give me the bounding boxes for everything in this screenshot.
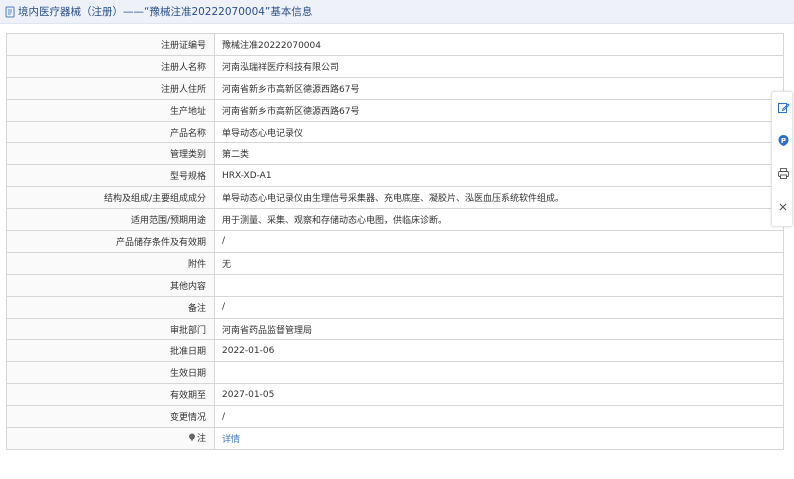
row-value bbox=[214, 361, 784, 385]
row-label: 产品名称 bbox=[6, 120, 215, 144]
table-row: 审批部门 河南省药品监督管理局 bbox=[6, 317, 784, 341]
table-row-note: 注 详情 bbox=[6, 427, 784, 450]
row-label: 备注 bbox=[6, 295, 215, 319]
parking-p-icon[interactable]: P bbox=[776, 133, 790, 147]
row-label: 型号规格 bbox=[6, 164, 215, 188]
close-icon[interactable] bbox=[776, 200, 790, 214]
row-label: 结构及组成/主要组成成分 bbox=[6, 186, 215, 210]
table-row: 批准日期 2022-01-06 bbox=[6, 339, 784, 363]
table-row: 生效日期 bbox=[6, 361, 784, 385]
row-value: 无 bbox=[214, 251, 784, 275]
note-value-cell: 详情 bbox=[214, 427, 784, 450]
row-label: 注册证编号 bbox=[6, 33, 215, 56]
document-icon bbox=[4, 6, 16, 18]
row-label: 批准日期 bbox=[6, 339, 215, 363]
table-row: 注册人住所 河南省新乡市高新区德源西路67号 bbox=[6, 76, 784, 100]
table-row: 注册人名称 河南泓瑞祥医疗科技有限公司 bbox=[6, 54, 784, 78]
table-row: 注册证编号 豫械注准20222070004 bbox=[6, 33, 784, 56]
row-label: 附件 bbox=[6, 251, 215, 275]
row-value: 河南泓瑞祥医疗科技有限公司 bbox=[214, 54, 784, 78]
table-row: 其他内容 bbox=[6, 273, 784, 297]
row-label: 产品储存条件及有效期 bbox=[6, 230, 215, 253]
row-label: 生产地址 bbox=[6, 98, 215, 122]
table-row: 附件无 bbox=[6, 251, 784, 275]
row-value: / bbox=[214, 230, 784, 253]
row-value: 2027-01-05 bbox=[214, 383, 784, 407]
row-value: 河南省新乡市高新区德源西路67号 bbox=[214, 98, 784, 122]
svg-text:P: P bbox=[780, 137, 785, 145]
row-value: 用于测量、采集、观察和存储动态心电图，供临床诊断。 bbox=[214, 208, 784, 232]
row-value: 豫械注准20222070004 bbox=[214, 33, 784, 56]
table-row: 管理类别 第二类 bbox=[6, 142, 784, 166]
row-value: 2022-01-06 bbox=[214, 339, 784, 363]
table-row: 备注 / bbox=[6, 295, 784, 319]
note-label: 注 bbox=[196, 434, 206, 445]
page-title: 境内医疗器械（注册）——“豫械注准20222070004”基本信息 bbox=[18, 6, 313, 18]
row-label: 其他内容 bbox=[6, 273, 215, 297]
table-row: 生产地址 河南省新乡市高新区德源西路67号 bbox=[6, 98, 784, 122]
table-row: 结构及组成/主要组成成分 单导动态心电记录仪由生理信号采集器、充电底座、凝胶片、泓… bbox=[6, 186, 784, 210]
row-label: 适用范围/预期用途 bbox=[6, 208, 215, 232]
row-value: / bbox=[214, 295, 784, 319]
row-label: 变更情况 bbox=[6, 405, 215, 429]
row-value: / bbox=[214, 405, 784, 429]
page-header: 境内医疗器械（注册）——“豫械注准20222070004”基本信息 bbox=[0, 0, 794, 24]
row-value: 单导动态心电记录仪由生理信号采集器、充电底座、凝胶片、泓医血压系统软件组成。 bbox=[214, 186, 784, 210]
table-row: 型号规格 HRX-XD-A1 bbox=[6, 164, 784, 188]
row-label: 注册人名称 bbox=[6, 54, 215, 78]
row-label: 管理类别 bbox=[6, 142, 215, 166]
table-row: 变更情况 / bbox=[6, 405, 784, 429]
row-value: 河南省药品监督管理局 bbox=[214, 317, 784, 341]
note-label-cell: 注 bbox=[6, 427, 215, 450]
row-value: 单导动态心电记录仪 bbox=[214, 120, 784, 144]
details-link[interactable]: 详情 bbox=[222, 435, 240, 445]
row-value: HRX-XD-A1 bbox=[214, 164, 784, 188]
row-value bbox=[214, 273, 784, 297]
info-table: 注册证编号 豫械注准20222070004 注册人名称 河南泓瑞祥医疗科技有限公司 注册… bbox=[6, 33, 784, 450]
row-label: 生效日期 bbox=[6, 361, 215, 385]
table-row: 产品储存条件及有效期 / bbox=[6, 230, 784, 253]
row-value: 河南省新乡市高新区德源西路67号 bbox=[214, 76, 784, 100]
row-value: 第二类 bbox=[214, 142, 784, 166]
row-label: 注册人住所 bbox=[6, 76, 215, 100]
side-toolbar: P bbox=[771, 91, 793, 227]
table-row: 产品名称 单导动态心电记录仪 bbox=[6, 120, 784, 144]
edit-icon[interactable] bbox=[776, 100, 790, 114]
note-pin-icon bbox=[188, 433, 196, 445]
print-icon[interactable] bbox=[776, 166, 790, 180]
table-row: 有效期至 2027-01-05 bbox=[6, 383, 784, 407]
row-label: 审批部门 bbox=[6, 317, 215, 341]
row-label: 有效期至 bbox=[6, 383, 215, 407]
table-row: 适用范围/预期用途 用于测量、采集、观察和存储动态心电图，供临床诊断。 bbox=[6, 208, 784, 232]
